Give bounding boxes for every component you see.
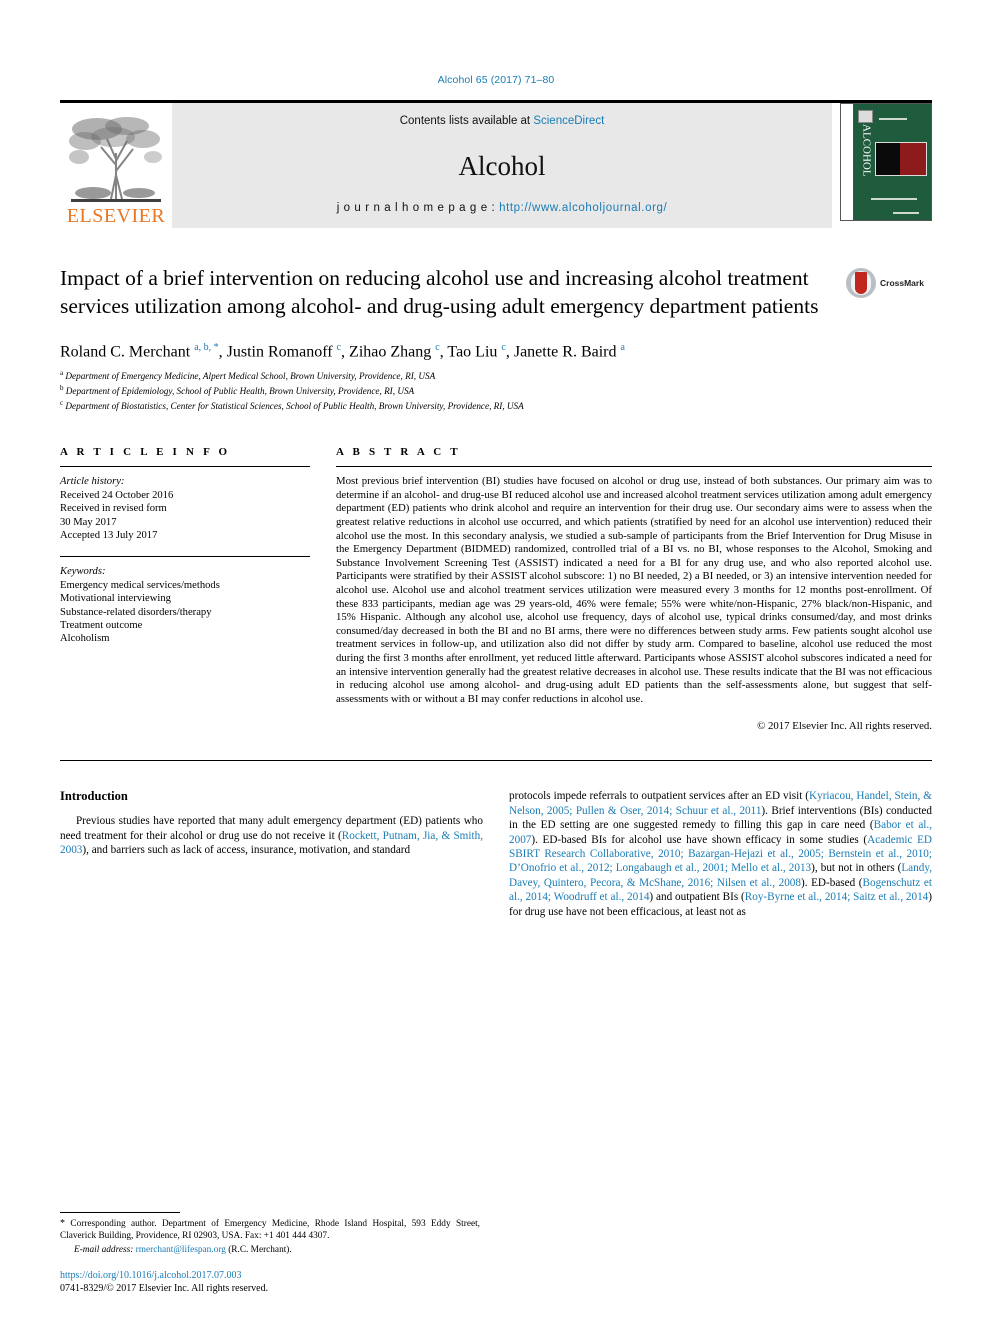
cover-spine xyxy=(841,104,854,220)
abstract-rule xyxy=(336,466,932,468)
affiliation-text-a: Department of Emergency Medicine, Alpert… xyxy=(65,371,436,382)
article-history-line-3: 30 May 2017 xyxy=(60,516,117,528)
journal-homepage-link[interactable]: http://www.alcoholjournal.org/ xyxy=(499,202,667,214)
contents-list-line: Contents lists available at ScienceDirec… xyxy=(400,115,605,127)
elsevier-wordmark: ELSEVIER xyxy=(66,205,166,227)
cover-journal-name: ALCOHOL xyxy=(860,124,873,177)
cover-corner-box-icon xyxy=(858,110,873,123)
running-head: Alcohol 65 (2017) 71–80 xyxy=(437,74,555,86)
issn-copyright-line: 0741-8329/© 2017 Elsevier Inc. All right… xyxy=(60,1282,269,1294)
article-history-line-2: Received in revised form xyxy=(60,503,167,515)
article-info-heading: A R T I C L E I N F O xyxy=(60,446,231,459)
intro-paragraph-left: Previous studies have reported that many… xyxy=(60,815,483,857)
elsevier-logo[interactable]: ELSEVIER xyxy=(60,103,172,228)
article-info-rule xyxy=(60,466,310,468)
affiliation-c: c Department of Biostatistics, Center fo… xyxy=(60,398,932,413)
keyword-3: Substance-related disorders/therapy xyxy=(60,606,212,618)
body-column-left: Introduction Previous studies have repor… xyxy=(60,789,483,926)
info-abstract-region: A R T I C L E I N F O Article history: R… xyxy=(60,446,932,732)
keywords-rule xyxy=(60,556,310,558)
title-text-block: Impact of a brief intervention on reduci… xyxy=(60,264,846,320)
affiliation-b: b Department of Epidemiology, School of … xyxy=(60,383,932,398)
body-divider-rule xyxy=(60,760,932,762)
abstract-heading: A B S T R A C T xyxy=(336,446,461,459)
elsevier-tree-logo-icon xyxy=(67,113,165,205)
email-label: E-mail address: xyxy=(74,1245,134,1255)
footnote-rule xyxy=(60,1212,180,1213)
crossmark-badge[interactable]: CrossMark xyxy=(846,264,932,298)
keyword-2: Motivational interviewing xyxy=(60,593,171,605)
article-page: Alcohol 65 (2017) 71–80 ELSEVIER Content… xyxy=(0,0,992,1323)
homepage-prefix: j o u r n a l h o m e p a g e : xyxy=(336,202,500,214)
keywords-block: Keywords: Emergency medical services/met… xyxy=(60,565,310,645)
keyword-4: Treatment outcome xyxy=(60,619,143,631)
section-heading-introduction: Introduction xyxy=(60,789,128,804)
sciencedirect-link[interactable]: ScienceDirect xyxy=(533,115,604,127)
abstract-text: Most previous brief intervention (BI) st… xyxy=(336,475,932,705)
doi-block: https://doi.org/10.1016/j.alcohol.2017.0… xyxy=(60,1270,480,1295)
affiliation-text-c: Department of Biostatistics, Center for … xyxy=(65,400,524,411)
footnote-region: * Corresponding author. Department of Em… xyxy=(60,1212,480,1295)
affiliation-marker-c: c xyxy=(60,398,64,407)
author-list: Roland C. Merchant a, b, *, Justin Roman… xyxy=(60,342,625,361)
crossmark-label: CrossMark xyxy=(880,278,924,288)
article-history: Article history: Received 24 October 201… xyxy=(60,475,310,542)
body-columns: Introduction Previous studies have repor… xyxy=(60,789,932,926)
abstract-column: A B S T R A C T Most previous brief inte… xyxy=(336,446,932,732)
doi-link[interactable]: https://doi.org/10.1016/j.alcohol.2017.0… xyxy=(60,1270,480,1283)
article-history-line-1: Received 24 October 2016 xyxy=(60,489,174,501)
journal-masthead: ELSEVIER Contents lists available at Sci… xyxy=(60,103,932,228)
article-history-label: Article history: xyxy=(60,476,125,488)
cover-dash-2 xyxy=(871,198,917,200)
email-link[interactable]: rmerchant@lifespan.org xyxy=(136,1245,226,1255)
masthead-center: Contents lists available at ScienceDirec… xyxy=(172,103,832,228)
keywords-label: Keywords: xyxy=(60,566,106,578)
cover-figure-right xyxy=(900,143,926,175)
email-suffix: (R.C. Merchant). xyxy=(228,1245,292,1255)
keyword-1: Emergency medical services/methods xyxy=(60,579,220,591)
affiliation-marker-a: a xyxy=(60,369,64,378)
page-title: Impact of a brief intervention on reduci… xyxy=(60,266,819,318)
journal-cover-block: ALCOHOL xyxy=(832,103,932,228)
article-history-line-4: Accepted 13 July 2017 xyxy=(60,529,158,541)
affiliation-text-b: Department of Epidemiology, School of Pu… xyxy=(65,386,415,397)
affiliation-list: a Department of Emergency Medicine, Alpe… xyxy=(60,368,932,412)
abstract-copyright: © 2017 Elsevier Inc. All rights reserved… xyxy=(757,720,932,733)
journal-title: Alcohol xyxy=(458,151,546,181)
journal-homepage-line: j o u r n a l h o m e p a g e : http://w… xyxy=(337,202,668,214)
crossmark-icon xyxy=(846,268,876,298)
email-note: E-mail address: rmerchant@lifespan.org (… xyxy=(60,1244,480,1256)
affiliation-a: a Department of Emergency Medicine, Alpe… xyxy=(60,368,932,383)
intro-paragraph-right: protocols impede referrals to outpatient… xyxy=(509,790,933,918)
keyword-5: Alcoholism xyxy=(60,633,110,645)
body-column-right: protocols impede referrals to outpatient… xyxy=(509,789,932,926)
title-area: Impact of a brief intervention on reduci… xyxy=(60,264,932,320)
article-info-column: A R T I C L E I N F O Article history: R… xyxy=(60,446,310,732)
cover-dash-1 xyxy=(879,118,907,120)
corresponding-author-note: * Corresponding author. Department of Em… xyxy=(60,1218,480,1241)
journal-cover-thumbnail[interactable]: ALCOHOL xyxy=(840,103,932,221)
cover-dash-3 xyxy=(893,212,919,214)
cover-figure-left xyxy=(876,143,902,175)
cover-figure-icon xyxy=(875,142,927,176)
affiliation-marker-b: b xyxy=(60,383,64,392)
contents-prefix: Contents lists available at xyxy=(399,115,534,127)
